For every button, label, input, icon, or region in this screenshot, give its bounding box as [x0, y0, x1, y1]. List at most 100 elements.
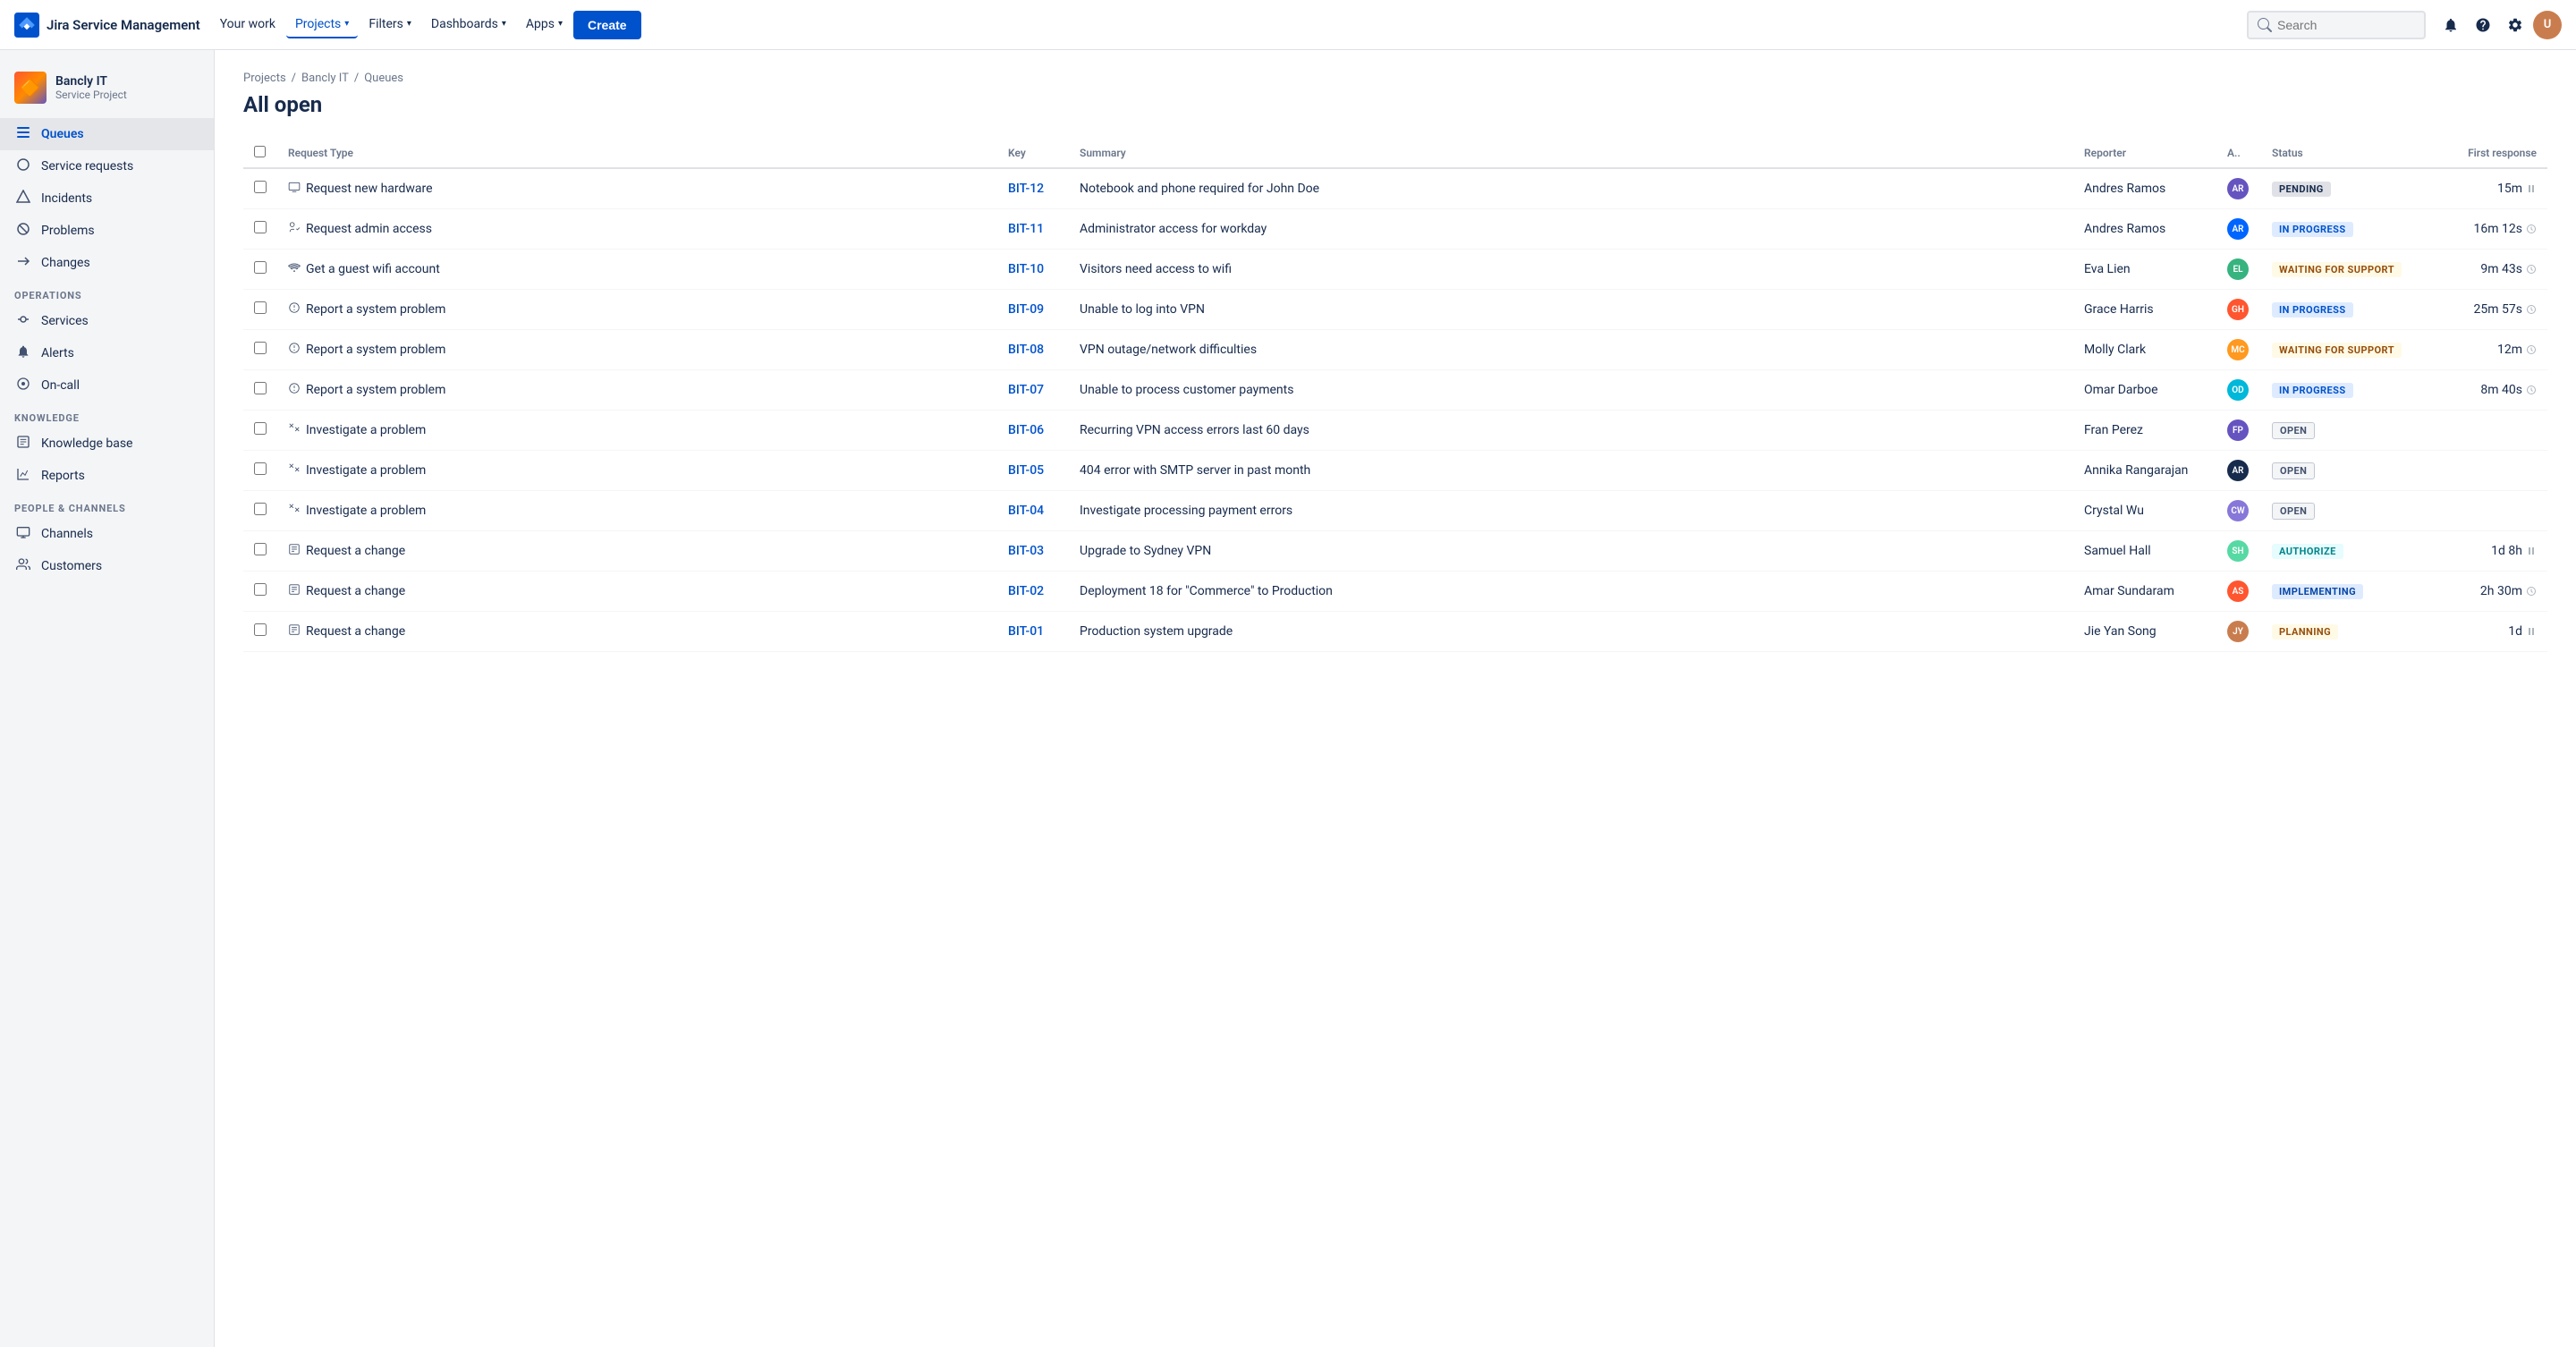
summary-text[interactable]: Recurring VPN access errors last 60 days [1080, 423, 1309, 437]
request-type-label[interactable]: Get a guest wifi account [306, 262, 440, 276]
issue-key-link[interactable]: BIT-07 [1008, 383, 1044, 397]
summary-text[interactable]: Upgrade to Sydney VPN [1080, 544, 1211, 558]
settings-button[interactable] [2501, 11, 2529, 39]
col-header-assignee[interactable]: A.. [2216, 139, 2261, 168]
summary-text[interactable]: VPN outage/network difficulties [1080, 343, 1257, 357]
request-type-label[interactable]: Investigate a problem [306, 463, 426, 478]
breadcrumb-bancly-it[interactable]: Bancly IT [301, 72, 349, 85]
queues-icon [14, 125, 32, 143]
row-checkbox[interactable] [254, 221, 267, 233]
sidebar-item-reports[interactable]: Reports [0, 460, 214, 492]
response-value: 2h 30m [2480, 584, 2522, 598]
row-checkbox[interactable] [254, 342, 267, 354]
col-header-key[interactable]: Key [997, 139, 1069, 168]
nav-projects[interactable]: Projects ▾ [286, 12, 358, 38]
summary-text[interactable]: Notebook and phone required for John Doe [1080, 182, 1319, 196]
summary-cell: Administrator access for workday [1069, 209, 2073, 250]
row-checkbox[interactable] [254, 382, 267, 394]
issue-key-link[interactable]: BIT-09 [1008, 302, 1044, 317]
request-type-label[interactable]: Request a change [306, 584, 405, 598]
issue-key-link[interactable]: BIT-10 [1008, 262, 1044, 276]
request-type-label[interactable]: Request new hardware [306, 182, 433, 196]
nav-dashboards[interactable]: Dashboards ▾ [422, 12, 515, 38]
sidebar-item-channels[interactable]: Channels [0, 518, 214, 550]
summary-text[interactable]: Production system upgrade [1080, 624, 1233, 639]
row-checkbox[interactable] [254, 503, 267, 515]
project-header[interactable]: 🔶 Bancly IT Service Project [0, 64, 214, 118]
summary-text[interactable]: Visitors need access to wifi [1080, 262, 1232, 276]
nav-filters[interactable]: Filters ▾ [360, 12, 420, 38]
type-icon [288, 462, 301, 479]
col-header-response[interactable]: First response [2422, 139, 2547, 168]
sidebar-item-problems[interactable]: Problems [0, 215, 214, 247]
sidebar-item-on-call[interactable]: On-call [0, 369, 214, 402]
row-checkbox[interactable] [254, 181, 267, 193]
issue-key-link[interactable]: BIT-03 [1008, 544, 1044, 558]
sidebar-item-customers[interactable]: Customers [0, 550, 214, 582]
sidebar-item-services[interactable]: Services [0, 305, 214, 337]
col-header-type[interactable]: Request Type [277, 139, 997, 168]
help-button[interactable] [2469, 11, 2497, 39]
key-cell: BIT-05 [997, 451, 1069, 491]
row-checkbox[interactable] [254, 261, 267, 274]
sidebar-item-knowledge-base[interactable]: Knowledge base [0, 428, 214, 460]
row-checkbox[interactable] [254, 543, 267, 555]
row-checkbox[interactable] [254, 623, 267, 636]
issue-key-link[interactable]: BIT-05 [1008, 463, 1044, 478]
app-logo[interactable]: Jira Service Management [14, 13, 200, 38]
request-type-label[interactable]: Report a system problem [306, 302, 445, 317]
summary-text[interactable]: Investigate processing payment errors [1080, 504, 1292, 518]
request-type-label[interactable]: Report a system problem [306, 343, 445, 357]
chevron-down-icon: ▾ [558, 19, 563, 29]
issue-key-link[interactable]: BIT-11 [1008, 222, 1044, 236]
request-type-cell: Investigate a problem [277, 411, 997, 451]
sidebar-item-queues[interactable]: Queues [0, 118, 214, 150]
issue-key-link[interactable]: BIT-02 [1008, 584, 1044, 598]
select-all-checkbox[interactable] [254, 146, 266, 157]
row-checkbox[interactable] [254, 583, 267, 596]
request-type-label[interactable]: Request a change [306, 624, 405, 639]
sidebar-item-changes[interactable]: Changes [0, 247, 214, 279]
issue-key-link[interactable]: BIT-01 [1008, 624, 1044, 639]
breadcrumb-projects[interactable]: Projects [243, 72, 286, 85]
request-type-label[interactable]: Request a change [306, 544, 405, 558]
key-cell: BIT-09 [997, 290, 1069, 330]
request-type-label[interactable]: Investigate a problem [306, 504, 426, 518]
issue-key-link[interactable]: BIT-08 [1008, 343, 1044, 357]
request-type-label[interactable]: Request admin access [306, 222, 432, 236]
row-checkbox-cell [243, 411, 277, 451]
col-header-status[interactable]: Status [2261, 139, 2422, 168]
reporter-cell: Crystal Wu [2073, 491, 2216, 531]
summary-text[interactable]: Unable to process customer payments [1080, 383, 1293, 397]
table-row: Investigate a problem BIT-06 Recurring V… [243, 411, 2547, 451]
sidebar-item-service-requests[interactable]: Service requests [0, 150, 214, 182]
sidebar-item-alerts[interactable]: Alerts [0, 337, 214, 369]
row-checkbox[interactable] [254, 301, 267, 314]
summary-text[interactable]: Administrator access for workday [1080, 222, 1267, 236]
summary-text[interactable]: Unable to log into VPN [1080, 302, 1205, 317]
issue-key-link[interactable]: BIT-12 [1008, 182, 1044, 196]
col-header-summary[interactable]: Summary [1069, 139, 2073, 168]
notifications-button[interactable] [2436, 11, 2465, 39]
status-badge: PLANNING [2272, 624, 2338, 640]
summary-text[interactable]: 404 error with SMTP server in past month [1080, 463, 1310, 478]
issue-key-link[interactable]: BIT-04 [1008, 504, 1044, 518]
row-checkbox[interactable] [254, 422, 267, 435]
reporter-cell: Andres Ramos [2073, 168, 2216, 209]
search-input[interactable] [2277, 18, 2402, 32]
create-button[interactable]: Create [573, 11, 641, 39]
col-header-reporter[interactable]: Reporter [2073, 139, 2216, 168]
user-avatar[interactable]: U [2533, 11, 2562, 39]
request-type-label[interactable]: Report a system problem [306, 383, 445, 397]
issue-key-link[interactable]: BIT-06 [1008, 423, 1044, 437]
reporter-name: Annika Rangarajan [2084, 463, 2188, 478]
status-cell: IMPLEMENTING [2261, 572, 2422, 612]
row-checkbox[interactable] [254, 462, 267, 475]
request-type-label[interactable]: Investigate a problem [306, 423, 426, 437]
search-box[interactable] [2247, 11, 2426, 39]
nav-your-work[interactable]: Your work [211, 12, 284, 38]
sidebar-label-customers: Customers [41, 559, 102, 573]
nav-apps[interactable]: Apps ▾ [517, 12, 572, 38]
sidebar-item-incidents[interactable]: Incidents [0, 182, 214, 215]
summary-text[interactable]: Deployment 18 for "Commerce" to Producti… [1080, 584, 1333, 598]
